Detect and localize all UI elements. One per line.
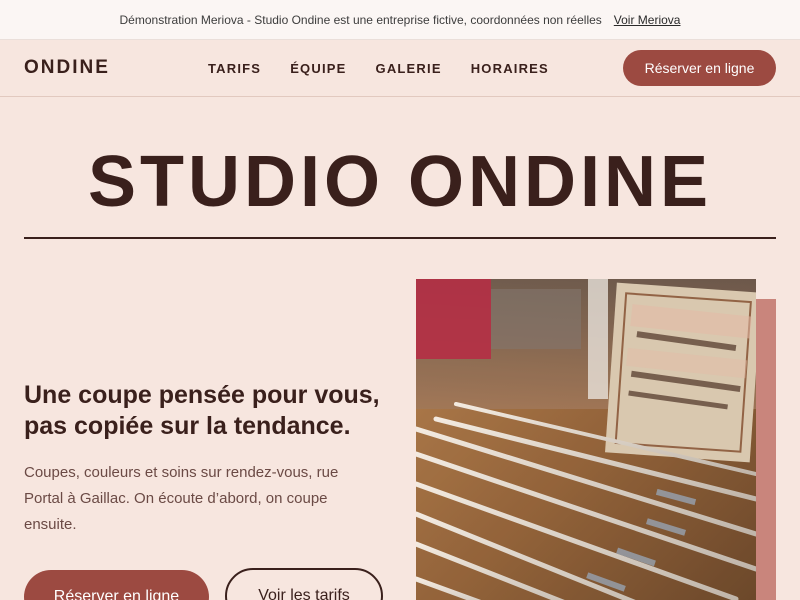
nav-links: TARIFS ÉQUIPE GALERIE HORAIRES <box>208 61 578 76</box>
main-nav: ONDINE TARIFS ÉQUIPE GALERIE HORAIRES Ré… <box>0 40 800 97</box>
demo-banner: Démonstration Meriova - Studio Ondine es… <box>0 0 800 40</box>
logo[interactable]: ONDINE <box>24 57 110 79</box>
demo-notice: Démonstration Meriova - Studio Ondine es… <box>119 12 602 27</box>
book-online-nav-button[interactable]: Réserver en ligne <box>623 50 776 86</box>
nav-link-equipe[interactable]: ÉQUIPE <box>290 61 346 76</box>
nav-link-tarifs[interactable]: TARIFS <box>208 61 261 76</box>
hero-photo <box>416 279 756 600</box>
nav-link-horaires[interactable]: HORAIRES <box>471 61 549 76</box>
meriova-link[interactable]: Voir Meriova <box>614 13 681 27</box>
view-prices-button[interactable]: Voir les tarifs <box>225 568 383 600</box>
hero-photo-illustration <box>416 279 756 600</box>
book-online-button[interactable]: Réserver en ligne <box>24 570 209 600</box>
nav-link-galerie[interactable]: GALERIE <box>376 61 442 76</box>
hero-divider <box>24 237 776 239</box>
hero-intro: Coupes, couleurs et soins sur rendez-vou… <box>24 464 339 533</box>
hero-title: STUDIO ONDINE <box>87 142 713 222</box>
hero-tagline: Une coupe pensée pour vous, pas copiée s… <box>24 381 380 440</box>
